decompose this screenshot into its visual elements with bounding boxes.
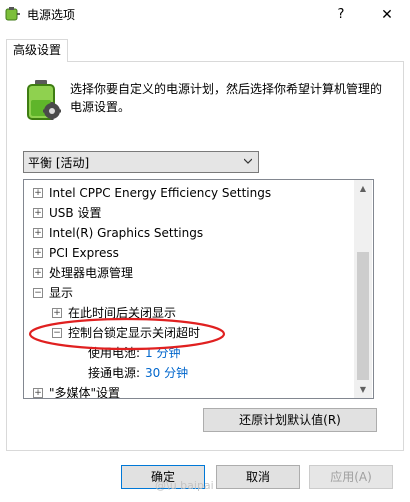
tree-item-label: 处理器电源管理 bbox=[49, 266, 134, 280]
power-plan-value: 平衡 [活动] bbox=[28, 156, 90, 170]
scroll-up-arrow-icon[interactable]: ▲ bbox=[354, 180, 372, 197]
watermark: @\u baipai bbox=[155, 479, 214, 492]
expand-icon[interactable]: + bbox=[33, 248, 43, 258]
expand-icon[interactable]: + bbox=[33, 188, 43, 198]
setting-value-link[interactable]: 30 分钟 bbox=[145, 363, 188, 383]
tree-item-pci-express[interactable]: + PCI Express bbox=[24, 243, 354, 263]
power-options-icon bbox=[5, 7, 20, 21]
title-bar: 电源选项 ? ✕ bbox=[0, 0, 410, 30]
setting-label: 接通电源: bbox=[88, 366, 141, 380]
tree-item-label: "多媒体"设置 bbox=[49, 386, 121, 399]
help-button[interactable]: ? bbox=[318, 0, 364, 30]
tree-item-label: Intel(R) Graphics Settings bbox=[49, 226, 204, 240]
tree-item-label: 显示 bbox=[49, 286, 74, 300]
tree-item-usb[interactable]: + USB 设置 bbox=[24, 203, 354, 223]
tree-item-label: Intel CPPC Energy Efficiency Settings bbox=[49, 186, 272, 200]
expand-icon[interactable]: + bbox=[33, 228, 43, 238]
tree-item-label: PCI Express bbox=[49, 246, 119, 260]
window-title: 电源选项 bbox=[27, 8, 76, 22]
battery-settings-icon bbox=[27, 80, 61, 120]
plan-description: 选择你要自定义的电源计划，然后选择你希望计算机管理的电源设置。 bbox=[70, 82, 383, 114]
cancel-button[interactable]: 取消 bbox=[216, 465, 300, 489]
tree-scrollbar[interactable]: ▲ ▼ bbox=[354, 180, 372, 398]
scroll-down-arrow-icon[interactable]: ▼ bbox=[354, 381, 372, 398]
tree-item-display[interactable]: − 显示 bbox=[24, 283, 354, 303]
power-plan-dropdown[interactable]: 平衡 [活动] bbox=[23, 151, 259, 173]
tree-item-multimedia[interactable]: + "多媒体"设置 bbox=[24, 383, 354, 399]
restore-defaults-button[interactable]: 还原计划默认值(R) bbox=[203, 408, 377, 432]
expand-icon[interactable]: + bbox=[33, 388, 43, 398]
tree-item-processor-power[interactable]: + 处理器电源管理 bbox=[24, 263, 354, 283]
tree-item-intel-graphics[interactable]: + Intel(R) Graphics Settings bbox=[24, 223, 354, 243]
expand-icon[interactable]: + bbox=[33, 208, 43, 218]
tab-advanced-settings[interactable]: 高级设置 bbox=[6, 39, 69, 62]
close-button[interactable]: ✕ bbox=[364, 0, 410, 30]
settings-tree[interactable]: + Intel CPPC Energy Efficiency Settings … bbox=[23, 179, 374, 399]
setting-plugged-in[interactable]: 接通电源: 30 分钟 bbox=[24, 363, 354, 383]
collapse-icon[interactable]: − bbox=[33, 288, 43, 298]
apply-button[interactable]: 应用(A) bbox=[309, 465, 393, 489]
highlight-ellipse bbox=[28, 317, 226, 351]
scroll-thumb[interactable] bbox=[357, 252, 369, 380]
tree-item-intel-cppc[interactable]: + Intel CPPC Energy Efficiency Settings bbox=[24, 183, 354, 203]
tree-item-label: USB 设置 bbox=[49, 206, 102, 220]
chevron-down-icon bbox=[244, 158, 252, 164]
expand-icon[interactable]: + bbox=[33, 268, 43, 278]
